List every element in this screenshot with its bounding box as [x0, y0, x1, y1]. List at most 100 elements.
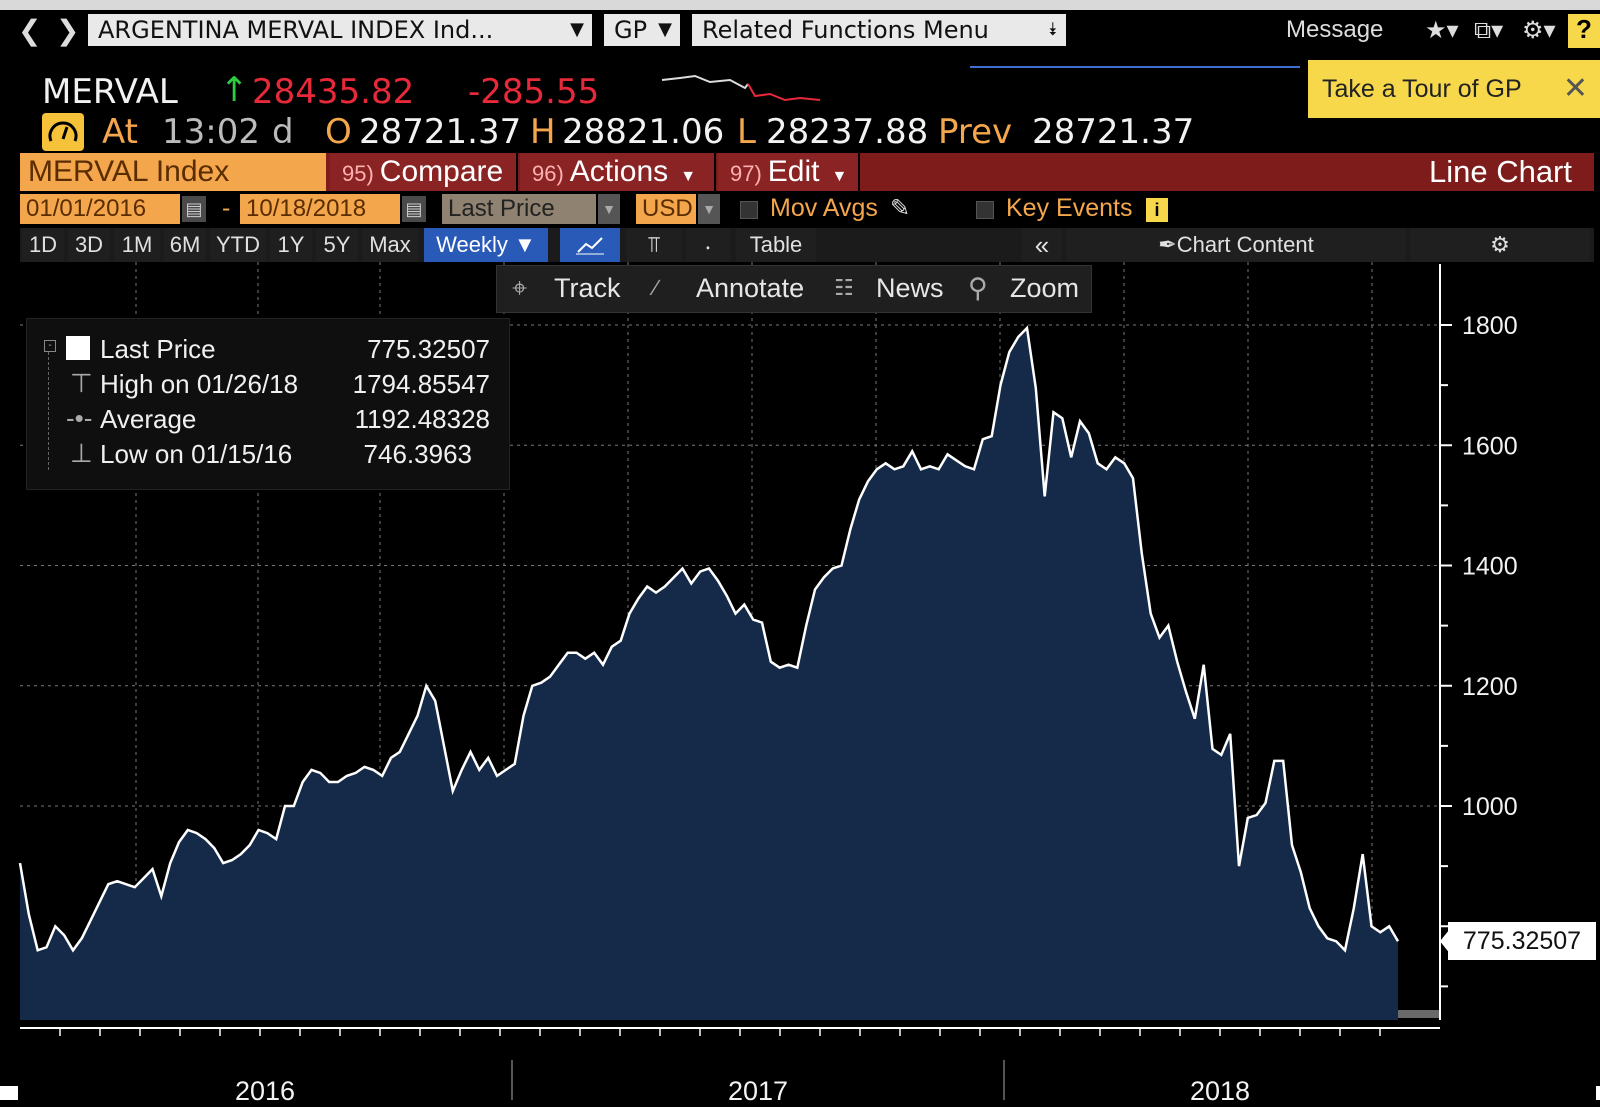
top-toolbar: ❮ ❯ ARGENTINA MERVAL INDEX Ind... ▼ GP ▼… — [0, 10, 1600, 50]
pencil-icon[interactable]: ✎ — [890, 194, 910, 223]
up-arrow-icon: ↑ — [220, 70, 249, 110]
tour-banner[interactable]: Take a Tour of GP ✕ — [1308, 60, 1600, 118]
time-suffix: d — [272, 112, 294, 152]
y-tick-label: 1600 — [1462, 432, 1518, 460]
edit-num: 97) — [730, 161, 762, 186]
net-change-value: -285.55 — [468, 72, 600, 112]
divider-line — [970, 66, 1300, 68]
collapse-icon[interactable]: « — [1022, 228, 1062, 262]
gauge-icon[interactable] — [42, 113, 84, 151]
star-icon[interactable]: ★▾ — [1425, 16, 1459, 45]
edit-menu[interactable]: 97) Edit ▼ — [718, 153, 860, 191]
dropdown-caret-icon: ▼ — [680, 168, 697, 185]
security-name-field[interactable]: MERVAL Index — [20, 153, 326, 191]
track-tool[interactable]: Track — [554, 265, 621, 311]
dropdown-caret-icon[interactable]: ▼ — [698, 194, 720, 224]
y-axis: 1000 1200 1400 1600 1800 — [1439, 264, 1518, 1020]
window-top-edge — [0, 0, 1600, 10]
security-field[interactable]: ARGENTINA MERVAL INDEX Ind... ▼ — [88, 14, 592, 46]
period-ytd[interactable]: YTD — [210, 228, 266, 262]
chart-content-icon: ✒ — [1158, 232, 1177, 257]
key-events-label[interactable]: Key Events — [1006, 194, 1132, 223]
pencil-icon: ∕ — [654, 275, 658, 300]
period-max[interactable]: Max — [362, 228, 418, 262]
chart-type-label[interactable]: Line Chart — [1429, 153, 1572, 191]
compare-label: Compare — [379, 155, 504, 188]
annotate-tool[interactable]: Annotate — [696, 265, 804, 311]
table-button[interactable]: Table — [736, 228, 816, 262]
price-field-select[interactable]: Last Price — [442, 194, 596, 224]
dropdown-caret-icon: ▼ — [514, 232, 536, 257]
calendar-icon[interactable]: ▤ — [182, 196, 206, 222]
dropdown-caret-icon: ▼ — [570, 19, 584, 40]
back-arrow-icon[interactable]: ❮ — [18, 14, 41, 47]
average-marker-icon: -•- — [66, 403, 93, 433]
security-field-text: ARGENTINA MERVAL INDEX Ind... — [98, 16, 494, 44]
end-date-field[interactable]: 10/18/2018 — [240, 194, 400, 224]
line-chart-icon[interactable] — [560, 228, 620, 262]
high-marker-icon: ⊤ — [70, 368, 93, 398]
legend-low-value: 746.3963 — [363, 439, 472, 469]
dropdown-caret-icon: ▼ — [831, 168, 848, 185]
time-label: At — [102, 112, 138, 152]
close-icon[interactable]: ✕ — [1563, 60, 1588, 118]
frequency-label: Weekly — [436, 232, 508, 257]
function-field[interactable]: GP ▼ — [604, 14, 680, 46]
scroll-right-stub — [1596, 1086, 1600, 1100]
chart-settings-gear-icon[interactable]: ⚙ — [1410, 228, 1590, 262]
help-icon[interactable]: ? — [1568, 14, 1600, 48]
mov-avgs-checkbox[interactable] — [740, 201, 758, 219]
message-link[interactable]: Message — [1286, 16, 1383, 44]
zoom-tool[interactable]: Zoom — [1010, 265, 1079, 311]
legend-low-label: Low on 01/15/16 — [100, 439, 293, 469]
gear-icon[interactable]: ⚙▾ — [1522, 16, 1556, 45]
collapse-box-icon[interactable]: - — [44, 340, 56, 352]
compare-menu[interactable]: 95) Compare — [330, 153, 518, 191]
edit-label: Edit — [767, 155, 820, 188]
start-date-field[interactable]: 01/01/2016 — [20, 194, 180, 224]
window-icon[interactable]: ⧉▾ — [1474, 16, 1503, 45]
chart-content-button[interactable]: ✒Chart Content — [1066, 228, 1406, 262]
period-1m[interactable]: 1M — [114, 228, 160, 262]
scroll-left-stub — [0, 1086, 18, 1100]
magnifier-icon: ⚲ — [968, 273, 988, 303]
dropdown-caret-icon: ▼ — [658, 19, 672, 40]
open-label: O — [325, 112, 352, 152]
legend-average-value: 1192.48328 — [354, 404, 490, 434]
ticker-label: MERVAL — [42, 72, 178, 112]
news-tool[interactable]: News — [876, 265, 944, 311]
period-6m[interactable]: 6M — [164, 228, 206, 262]
low-label: L — [737, 112, 756, 152]
dropdown-caret-icon[interactable]: ▼ — [598, 194, 620, 224]
key-events-checkbox[interactable] — [976, 201, 994, 219]
period-1d[interactable]: 1D — [22, 228, 64, 262]
function-field-text: GP — [614, 16, 648, 44]
high-value: 28821.06 — [562, 112, 725, 152]
crosshair-icon: ⌖ — [512, 273, 528, 303]
last-price-swatch — [66, 336, 90, 360]
mov-avgs-label[interactable]: Mov Avgs — [770, 194, 878, 223]
period-5y[interactable]: 5Y — [316, 228, 358, 262]
legend-last-price-label: Last Price — [100, 334, 216, 364]
double-chevron-down-icon: ⯯ — [1047, 19, 1058, 40]
info-icon[interactable]: i — [1146, 198, 1168, 222]
compare-num: 95) — [342, 161, 374, 186]
legend-high-value: 1794.85547 — [352, 369, 490, 399]
x-tick-label: 2018 — [1190, 1076, 1250, 1106]
frequency-select[interactable]: Weekly ▼ — [424, 228, 548, 262]
last-value-tag: 775.32507 — [1448, 922, 1596, 960]
currency-select[interactable]: USD — [636, 194, 696, 224]
related-functions-menu[interactable]: Related Functions Menu ⯯ — [692, 14, 1066, 46]
bar-chart-icon[interactable]: ⫪ — [626, 228, 682, 262]
period-1y[interactable]: 1Y — [270, 228, 312, 262]
y-tick-label: 1800 — [1462, 312, 1518, 340]
period-3d[interactable]: 3D — [68, 228, 110, 262]
calendar-icon[interactable]: ▤ — [402, 196, 426, 222]
x-tick-label: 2016 — [235, 1076, 295, 1106]
tick-chart-icon[interactable]: ⸳ — [686, 228, 730, 262]
forward-arrow-icon[interactable]: ❯ — [56, 14, 79, 47]
legend-high-label: High on 01/26/18 — [100, 369, 299, 399]
actions-num: 96) — [532, 161, 564, 186]
related-functions-label: Related Functions Menu — [702, 16, 989, 44]
actions-menu[interactable]: 96) Actions ▼ — [520, 153, 716, 191]
